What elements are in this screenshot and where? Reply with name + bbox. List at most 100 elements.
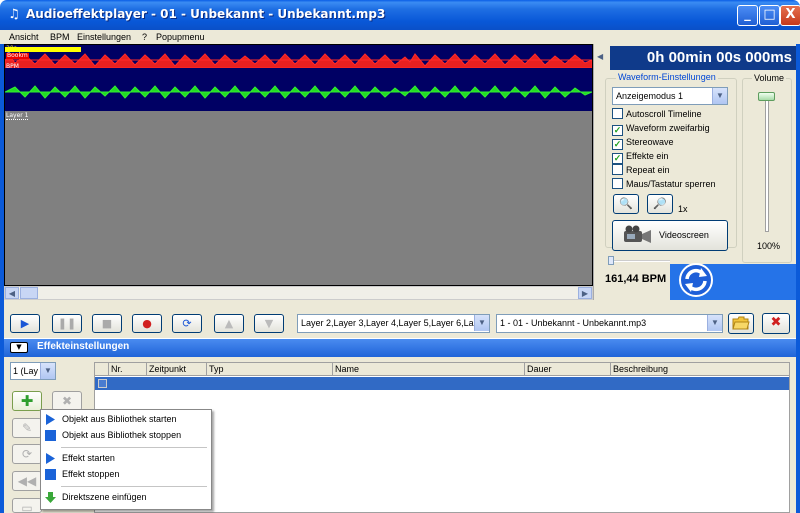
checkmark-icon[interactable]: ✓ xyxy=(612,153,623,164)
sync-button[interactable]: ⟳ xyxy=(172,314,202,333)
checkmark-icon[interactable]: ✓ xyxy=(612,125,623,136)
checkbox-repeat[interactable]: Repeat ein xyxy=(612,164,670,176)
table-row[interactable] xyxy=(95,377,789,390)
open-folder-button[interactable] xyxy=(728,313,754,334)
videoscreen-button[interactable]: Videoscreen xyxy=(612,220,728,251)
stop-button[interactable]: ■ xyxy=(92,314,122,333)
stop-icon xyxy=(45,430,56,441)
column-header-zeitpunkt[interactable]: Zeitpunkt xyxy=(147,363,207,376)
record-button[interactable]: ● xyxy=(132,314,162,333)
display-mode-select[interactable]: Anzeigemodus 1 ▼ xyxy=(612,87,728,105)
checkbox-effects-on[interactable]: ✓ Effekte ein xyxy=(612,150,668,164)
volume-label: Volume xyxy=(752,73,787,83)
chevron-down-icon[interactable]: ▼ xyxy=(712,88,727,104)
waveform-channel-right xyxy=(5,85,592,99)
menu-ansicht[interactable]: Ansicht xyxy=(9,30,39,44)
effect-settings-title: Effekteinstellungen xyxy=(37,341,130,352)
column-header-select[interactable] xyxy=(95,363,109,376)
display-mode-value: Anzeigemodus 1 xyxy=(616,91,684,101)
window-frame-right xyxy=(796,44,800,513)
checkbox-stereowave[interactable]: ✓ Stereowave xyxy=(612,136,674,150)
arrow-up-icon: ▲ xyxy=(224,317,234,330)
bpm-slider[interactable] xyxy=(610,260,670,262)
checkbox-autoscroll[interactable]: Autoscroll Timeline xyxy=(612,108,702,120)
bpm-slider-thumb[interactable] xyxy=(608,256,614,265)
layer-select-value: Layer 2,Layer 3,Layer 4,Layer 5,Layer 6,… xyxy=(301,318,474,328)
move-down-button[interactable]: ▼ xyxy=(254,314,284,333)
timeline-label: 30s xyxy=(6,45,17,52)
menu-bar: Ansicht BPM Einstellungen ? Popupmenu xyxy=(0,30,800,44)
refresh-icon: ⟳ xyxy=(21,447,33,461)
play-icon xyxy=(46,414,55,425)
group-title: Waveform-Einstellungen xyxy=(616,72,718,82)
chevron-down-icon[interactable]: ▼ xyxy=(40,363,55,379)
checkbox-waveform-two-color[interactable]: ✓ Waveform zweifarbig xyxy=(612,122,710,136)
row-checkbox[interactable] xyxy=(98,379,107,388)
column-header-typ[interactable]: Typ xyxy=(207,363,333,376)
collapse-toggle-icon[interactable]: ▼ xyxy=(10,342,28,353)
add-effect-button[interactable]: ✚ xyxy=(12,391,42,411)
menu-item-stop-library-object[interactable]: Objekt aus Bibliothek stoppen xyxy=(41,428,211,444)
menu-item-start-library-object[interactable]: Objekt aus Bibliothek starten xyxy=(41,412,211,428)
maximize-button[interactable]: □ xyxy=(759,5,780,26)
layer-number-value: 1 (Lay xyxy=(13,366,39,376)
stop-icon xyxy=(45,469,56,480)
horizontal-scrollbar[interactable]: ◀ ▶ xyxy=(4,286,593,300)
checkbox-icon[interactable] xyxy=(612,164,623,175)
rewind-effect-button[interactable]: ◀◀ xyxy=(12,471,42,491)
sync-icon[interactable] xyxy=(677,262,715,298)
zoom-in-icon: 🔍 xyxy=(619,197,633,210)
checkbox-lock-input[interactable]: Maus/Tastatur sperren xyxy=(612,178,716,190)
column-header-nr[interactable]: Nr. xyxy=(109,363,147,376)
move-up-button[interactable]: ▲ xyxy=(214,314,244,333)
waveform-channel-left xyxy=(5,53,592,68)
delete-button[interactable]: ✖ xyxy=(762,313,790,334)
menu-einstellungen[interactable]: Einstellungen xyxy=(77,30,131,44)
open-effect-button[interactable]: ▭ xyxy=(12,498,42,513)
chevron-down-icon[interactable]: ▼ xyxy=(707,315,722,331)
menu-bpm[interactable]: BPM xyxy=(50,30,70,44)
column-header-beschreibung[interactable]: Beschreibung xyxy=(611,363,789,376)
layer-number-select[interactable]: 1 (Lay ▼ xyxy=(10,362,56,380)
videoscreen-label: Videoscreen xyxy=(659,230,709,240)
scroll-left-icon[interactable]: ◀ xyxy=(5,287,19,299)
volume-slider[interactable] xyxy=(765,92,769,232)
menu-item-stop-effect[interactable]: Effekt stoppen xyxy=(41,467,211,483)
refresh-effect-button[interactable]: ⟳ xyxy=(12,444,42,464)
volume-slider-thumb[interactable] xyxy=(758,92,775,101)
menu-separator xyxy=(61,447,207,448)
zoom-out-button[interactable]: 🔎 xyxy=(647,194,673,214)
menu-item-insert-direct-scene[interactable]: Direktszene einfügen xyxy=(41,490,211,506)
menu-item-start-effect[interactable]: Effekt starten xyxy=(41,451,211,467)
checkbox-icon[interactable] xyxy=(612,178,623,189)
chevron-down-icon[interactable]: ▼ xyxy=(474,315,489,331)
zoom-out-icon: 🔎 xyxy=(653,197,667,210)
zoom-in-button[interactable]: 🔍 xyxy=(613,194,639,214)
menu-help[interactable]: ? xyxy=(142,30,147,44)
checkmark-icon[interactable]: ✓ xyxy=(612,139,623,150)
layer-select[interactable]: Layer 2,Layer 3,Layer 4,Layer 5,Layer 6,… xyxy=(297,314,490,333)
insert-arrow-icon xyxy=(45,492,56,503)
app-icon: ♫ xyxy=(8,7,20,22)
video-camera-icon xyxy=(624,225,651,243)
minimize-button[interactable]: _ xyxy=(737,5,758,26)
edit-effect-button[interactable]: ✎ xyxy=(12,418,42,438)
file-select[interactable]: 1 - 01 - Unbekannt - Unbekannt.mp3 ▼ xyxy=(496,314,723,333)
table-header: Nr. Zeitpunkt Typ Name Dauer Beschreibun… xyxy=(95,363,789,376)
remove-effect-button[interactable]: ✖ xyxy=(52,391,82,411)
scroll-right-icon[interactable]: ▶ xyxy=(578,287,592,299)
rewind-icon: ◀◀ xyxy=(17,474,37,488)
menu-popupmenu[interactable]: Popupmenu xyxy=(156,30,205,44)
close-button[interactable]: X xyxy=(780,5,800,26)
scroll-thumb[interactable] xyxy=(20,287,38,299)
checkbox-icon[interactable] xyxy=(612,108,623,119)
menu-separator xyxy=(61,486,207,487)
column-header-dauer[interactable]: Dauer xyxy=(525,363,611,376)
waveform-view[interactable]: 30s Bookm BPM Layer 1 xyxy=(4,44,593,286)
bpm-value: 161,44 BPM xyxy=(605,273,667,285)
panel-arrow-icon[interactable]: ◀ xyxy=(597,52,609,61)
play-button[interactable]: ▶ xyxy=(10,314,40,333)
column-header-name[interactable]: Name xyxy=(333,363,525,376)
pause-button[interactable]: ❚❚ xyxy=(52,314,82,333)
folder-small-icon: ▭ xyxy=(21,501,33,513)
